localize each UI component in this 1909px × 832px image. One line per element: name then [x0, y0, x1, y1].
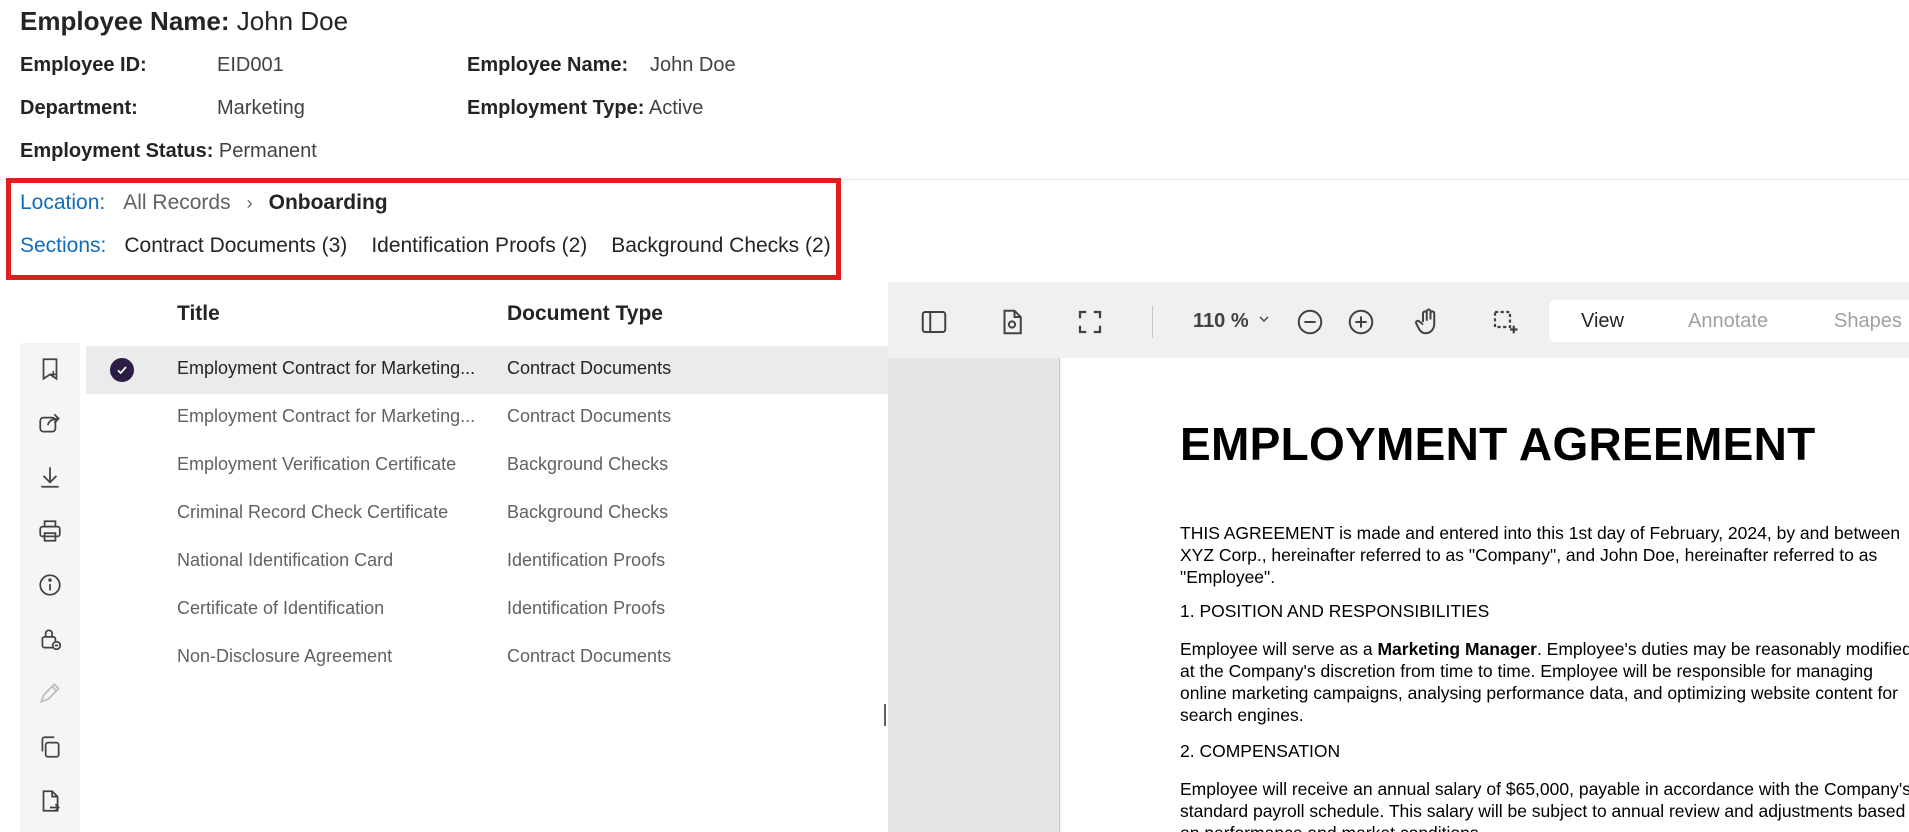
location-label: Location:	[20, 191, 106, 214]
field-value: Marketing	[217, 97, 305, 119]
section-1-role: Marketing Manager	[1377, 639, 1537, 659]
row-title: Employment Contract for Marketing...	[177, 358, 476, 378]
field-value: EID001	[217, 54, 284, 76]
tab-annotate[interactable]: Annotate	[1688, 310, 1768, 333]
document-section-2-text: Employee will receive an annual salary o…	[1180, 779, 1909, 832]
field-employment-type: Employment Type: Active	[467, 97, 703, 120]
tab-view[interactable]: View	[1581, 310, 1624, 333]
row-title: Certificate of Identification	[177, 598, 385, 618]
section-1-text-start: Employee will serve as a	[1180, 639, 1378, 659]
sections-bar: Sections: Contract Documents (3) Identif…	[20, 233, 855, 259]
field-employment-status: Employment Status: Permanent	[20, 140, 317, 163]
left-toolbar	[20, 343, 80, 832]
section-background-checks[interactable]: Background Checks (2)	[611, 234, 830, 258]
document-page[interactable]: EMPLOYMENT AGREEMENT THIS AGREEMENT is m…	[1061, 358, 1909, 832]
field-label: Department:	[20, 97, 138, 119]
document-gutter	[888, 358, 1060, 832]
zoom-in-icon[interactable]	[1343, 304, 1379, 340]
breadcrumb-all-records[interactable]: All Records	[123, 191, 230, 215]
table-row[interactable]: Employment Contract for Marketing... Con…	[86, 394, 888, 442]
document-section-2-title: 2. COMPENSATION	[1180, 741, 1341, 761]
breadcrumb: Location: All Records › Onboarding	[20, 190, 388, 216]
sections-label: Sections:	[20, 234, 107, 257]
row-title: National Identification Card	[177, 550, 394, 570]
tab-shapes[interactable]: Shapes	[1834, 310, 1902, 333]
zoom-out-icon[interactable]	[1292, 304, 1328, 340]
field-label: Employment Type:	[467, 97, 645, 119]
fullscreen-icon[interactable]	[1072, 304, 1108, 340]
zoom-level: 110 %	[1193, 310, 1249, 332]
column-header-title[interactable]: Title	[177, 302, 220, 326]
toolbar-separator	[1152, 306, 1153, 338]
row-title: Employment Contract for Marketing...	[177, 406, 476, 426]
field-value: John Doe	[650, 54, 736, 76]
mode-tabs: View Annotate Shapes	[1549, 300, 1909, 342]
document-settings-icon[interactable]	[994, 304, 1030, 340]
row-document-type: Background Checks	[507, 454, 669, 474]
field-department: Department: Marketing	[20, 97, 305, 120]
check-icon[interactable]	[110, 358, 134, 382]
sidebar-icon[interactable]	[916, 304, 952, 340]
zoom-dropdown[interactable]: 110 %	[1193, 310, 1272, 333]
table-row[interactable]: Employment Verification Certificate Back…	[86, 442, 888, 490]
share-icon[interactable]	[36, 409, 64, 437]
chevron-right-icon: ›	[246, 192, 253, 213]
copy-icon[interactable]	[36, 733, 64, 761]
select-area-icon[interactable]	[1487, 304, 1523, 340]
table-row[interactable]: National Identification Card Identificat…	[86, 538, 888, 586]
document-heading: EMPLOYMENT AGREEMENT	[1180, 418, 1816, 470]
page-title-value: John Doe	[236, 6, 349, 36]
document-move-icon[interactable]	[36, 787, 64, 815]
document-section-1-title: 1. POSITION AND RESPONSIBILITIES	[1180, 601, 1490, 621]
field-employee-name: Employee Name: John Doe	[467, 54, 736, 77]
info-icon[interactable]	[36, 571, 64, 599]
field-label: Employee Name:	[467, 54, 629, 76]
row-document-type: Contract Documents	[507, 646, 672, 666]
row-document-type: Contract Documents	[507, 358, 672, 378]
pan-hand-icon[interactable]	[1410, 304, 1446, 340]
section-contract-documents[interactable]: Contract Documents (3)	[124, 234, 347, 258]
lock-icon[interactable]	[36, 625, 64, 653]
section-identification-proofs[interactable]: Identification Proofs (2)	[371, 234, 587, 258]
row-title: Non-Disclosure Agreement	[177, 646, 393, 666]
table-row[interactable]: Certificate of Identification Identifica…	[86, 586, 888, 634]
row-document-type: Identification Proofs	[507, 598, 666, 618]
field-value: Permanent	[218, 140, 317, 162]
breadcrumb-onboarding: Onboarding	[268, 191, 388, 214]
field-value: Active	[648, 97, 704, 119]
bookmark-add-icon[interactable]	[36, 355, 64, 383]
table-row[interactable]: Employment Contract for Marketing... Con…	[86, 346, 888, 394]
download-icon[interactable]	[36, 463, 64, 491]
column-header-document-type[interactable]: Document Type	[507, 302, 663, 326]
row-document-type: Contract Documents	[507, 406, 672, 426]
document-intro: THIS AGREEMENT is made and entered into …	[1180, 523, 1901, 587]
edit-icon	[36, 679, 64, 707]
row-title: Criminal Record Check Certificate	[177, 502, 449, 522]
field-label: Employment Status:	[20, 140, 214, 162]
document-section-1-text: Employee will serve as a Marketing Manag…	[1180, 638, 1909, 726]
row-document-type: Background Checks	[507, 502, 669, 522]
print-icon[interactable]	[36, 517, 64, 545]
row-document-type: Identification Proofs	[507, 550, 666, 570]
field-employee-id: Employee ID: EID001	[20, 54, 284, 77]
field-label: Employee ID:	[20, 54, 147, 76]
table-row[interactable]: Criminal Record Check Certificate Backgr…	[86, 490, 888, 538]
table-row[interactable]: Non-Disclosure Agreement Contract Docume…	[86, 634, 888, 682]
page-title-label: Employee Name:	[20, 6, 230, 36]
row-title: Employment Verification Certificate	[177, 454, 457, 474]
chevron-down-icon	[1256, 310, 1272, 333]
page-title: Employee Name: John Doe	[20, 6, 348, 37]
